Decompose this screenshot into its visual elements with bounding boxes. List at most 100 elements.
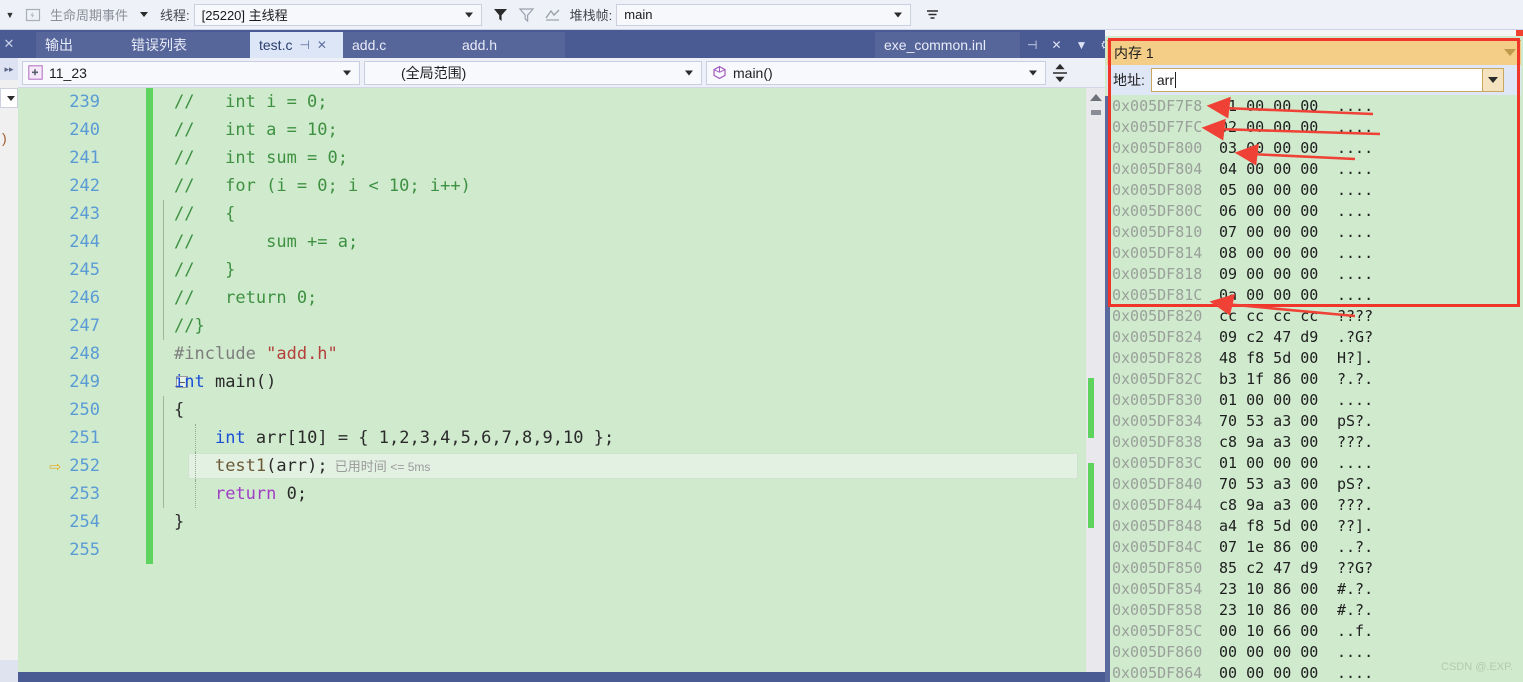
memory-row[interactable]: 0x005DF804 04 00 00 00.... bbox=[1107, 158, 1521, 179]
scroll-up-icon[interactable] bbox=[1089, 94, 1102, 101]
code-editor[interactable]: 239 // int i = 0; 240 // int a = 10; 241 // i… bbox=[18, 88, 1086, 682]
memory-row[interactable]: 0x005DF850 85 c2 47 d9 ??G? bbox=[1107, 557, 1521, 578]
left-panel-close-icon[interactable]: ✕ bbox=[0, 30, 18, 58]
code-line[interactable]: 242 // for (i = 0; i < 10; i++) bbox=[18, 172, 1086, 200]
pin-icon[interactable]: ⊣ bbox=[299, 38, 309, 52]
project-select[interactable]: 11_23 bbox=[22, 60, 360, 85]
code-line[interactable]: 248 #include "add.h" bbox=[18, 340, 1086, 368]
member-select[interactable]: main() bbox=[706, 60, 1046, 85]
memory-window-title[interactable]: 内存 1 bbox=[1107, 40, 1521, 65]
tab-label: 错误列表 bbox=[131, 37, 187, 53]
memory-row[interactable]: 0x005DF820 cc cc cc cc???? bbox=[1107, 305, 1521, 326]
lifecycle-icon-svg bbox=[25, 8, 41, 21]
memory-row[interactable]: 0x005DF824 09 c2 47 d9 .?G? bbox=[1107, 326, 1521, 347]
chevron-down-icon[interactable] bbox=[1504, 49, 1516, 56]
left-panel-combo[interactable] bbox=[0, 88, 18, 108]
memory-row[interactable]: 0x005DF810 07 00 00 00.... bbox=[1107, 221, 1521, 242]
memory-row[interactable]: 0x005DF85C 00 10 66 00 ..f. bbox=[1107, 620, 1521, 641]
memory-row[interactable]: 0x005DF80C 06 00 00 00.... bbox=[1107, 200, 1521, 221]
memory-row[interactable]: 0x005DF808 05 00 00 00.... bbox=[1107, 179, 1521, 200]
memory-row[interactable]: 0x005DF7F8 01 00 00 00.... bbox=[1107, 95, 1521, 116]
memory-row[interactable]: 0x005DF800 03 00 00 00.... bbox=[1107, 137, 1521, 158]
memory-row[interactable]: 0x005DF84C 07 1e 86 00..?. bbox=[1107, 536, 1521, 557]
memory-row-list[interactable]: 0x005DF7F8 01 00 00 00.... 0x005DF7FC 02 00… bbox=[1107, 95, 1521, 681]
scope-select[interactable]: (全局范围) bbox=[364, 60, 702, 85]
code-line[interactable]: 239 // int i = 0; bbox=[18, 88, 1086, 116]
memory-address: 0x005DF844 bbox=[1112, 495, 1203, 514]
filter-icon[interactable] bbox=[490, 4, 512, 26]
stack-frame-select[interactable]: main bbox=[616, 3, 912, 26]
chevron-down-icon[interactable]: ▼ bbox=[1076, 38, 1088, 52]
memory-row[interactable]: 0x005DF838 c8 9a a3 00???. bbox=[1107, 431, 1521, 452]
thread-select[interactable]: [25220] 主线程 bbox=[193, 3, 482, 26]
filter-clear-icon[interactable] bbox=[516, 4, 538, 26]
lifecycle-dropdown-caret[interactable] bbox=[140, 12, 149, 17]
pin-icon[interactable]: ⊣ bbox=[1027, 38, 1037, 52]
memory-ascii: .?G? bbox=[1337, 327, 1374, 346]
tab-add-c[interactable]: add.c bbox=[343, 32, 453, 58]
code-line[interactable]: 247 //} bbox=[18, 312, 1086, 340]
line-change-indicator bbox=[146, 88, 153, 116]
tab-add-h[interactable]: add.h bbox=[453, 32, 565, 58]
memory-row[interactable]: 0x005DF858 23 10 86 00 #.?. bbox=[1107, 599, 1521, 620]
zigzag-icon[interactable] bbox=[542, 4, 564, 26]
code-line[interactable]: ⇨ 252 test1(arr); 已用时间 <= 5ms bbox=[18, 452, 1086, 480]
memory-hex-bytes: 07 1e 86 00 bbox=[1219, 537, 1319, 556]
memory-address-history-dropdown[interactable] bbox=[1482, 68, 1504, 92]
code-line[interactable]: 253 return 0; bbox=[18, 480, 1086, 508]
code-line[interactable]: 243 // { bbox=[18, 200, 1086, 228]
memory-address: 0x005DF864 bbox=[1112, 663, 1203, 681]
scrollbar-thumb[interactable] bbox=[1090, 110, 1101, 115]
memory-row[interactable]: 0x005DF828 48 f8 5d 00 H?]. bbox=[1107, 347, 1521, 368]
memory-row[interactable]: 0x005DF7FC 02 00 00 00.... bbox=[1107, 116, 1521, 137]
left-panel-bottom-filler bbox=[0, 660, 18, 682]
code-line[interactable]: 251 int arr[10] = { 1,2,3,4,5,6,7,8,9,10… bbox=[18, 424, 1086, 452]
code-line[interactable]: 249− int main() bbox=[18, 368, 1086, 396]
memory-row[interactable]: 0x005DF860 00 00 00 00.... bbox=[1107, 641, 1521, 662]
code-line[interactable]: 240 // int a = 10; bbox=[18, 116, 1086, 144]
code-line[interactable]: 246 // return 0; bbox=[18, 284, 1086, 312]
memory-row[interactable]: 0x005DF840 70 53 a3 00 pS?. bbox=[1107, 473, 1521, 494]
code-line-text: //} bbox=[174, 316, 205, 336]
tab-error-list[interactable]: 错误列表 bbox=[122, 32, 250, 58]
chevron-down-icon bbox=[685, 70, 693, 75]
memory-row[interactable]: 0x005DF818 09 00 00 00.... bbox=[1107, 263, 1521, 284]
memory-row[interactable]: 0x005DF854 23 10 86 00 #.?. bbox=[1107, 578, 1521, 599]
left-panel-nav-arrows[interactable]: ▸▸ bbox=[0, 58, 18, 80]
scrollbar-change-marker bbox=[1088, 463, 1094, 528]
code-token: int bbox=[214, 428, 246, 448]
memory-hex-bytes: 23 10 86 00 bbox=[1219, 579, 1319, 598]
memory-hex-bytes: 70 53 a3 00 bbox=[1219, 474, 1319, 493]
code-line[interactable]: 254} bbox=[18, 508, 1086, 536]
code-line[interactable]: 250 { bbox=[18, 396, 1086, 424]
code-line[interactable]: 244 // sum += a; bbox=[18, 228, 1086, 256]
memory-ascii: ???. bbox=[1337, 432, 1374, 451]
split-view-icon[interactable] bbox=[1049, 61, 1071, 85]
memory-row[interactable]: 0x005DF814 08 00 00 00.... bbox=[1107, 242, 1521, 263]
code-line[interactable]: 245 // } bbox=[18, 256, 1086, 284]
memory-hex-bytes: a4 f8 5d 00 bbox=[1219, 516, 1319, 535]
editor-vertical-scrollbar[interactable] bbox=[1086, 88, 1105, 682]
memory-row[interactable]: 0x005DF848 a4 f8 5d 00??]. bbox=[1107, 515, 1521, 536]
code-line[interactable]: 241 // int sum = 0; bbox=[18, 144, 1086, 172]
memory-row[interactable]: 0x005DF81C 0a 00 00 00.... bbox=[1107, 284, 1521, 305]
memory-address-input[interactable]: arr bbox=[1150, 68, 1483, 92]
toolbar-overflow-caret[interactable]: ▼ bbox=[0, 0, 20, 30]
settings-list-icon[interactable] bbox=[921, 4, 943, 26]
close-icon[interactable]: ✕ bbox=[317, 38, 327, 52]
lifecycle-icon[interactable] bbox=[22, 4, 44, 26]
memory-ascii: ..f. bbox=[1337, 621, 1374, 640]
memory-address-input-value: arr bbox=[1156, 72, 1175, 88]
memory-row[interactable]: 0x005DF830 01 00 00 00.... bbox=[1107, 389, 1521, 410]
close-icon[interactable]: ✕ bbox=[1051, 38, 1061, 52]
line-number: 245 bbox=[69, 260, 100, 280]
tab-exe-common-inl[interactable]: exe_common.inl bbox=[875, 32, 1020, 58]
memory-row[interactable]: 0x005DF83C 01 00 00 00.... bbox=[1107, 452, 1521, 473]
memory-hex-bytes: 09 c2 47 d9 bbox=[1219, 327, 1319, 346]
line-number: 251 bbox=[69, 428, 100, 448]
memory-row[interactable]: 0x005DF82C b3 1f 86 00?.?. bbox=[1107, 368, 1521, 389]
memory-row[interactable]: 0x005DF834 70 53 a3 00 pS?. bbox=[1107, 410, 1521, 431]
code-line[interactable]: 255 bbox=[18, 536, 1086, 564]
memory-row[interactable]: 0x005DF844 c8 9a a3 00???. bbox=[1107, 494, 1521, 515]
memory-ascii: .... bbox=[1337, 264, 1374, 283]
